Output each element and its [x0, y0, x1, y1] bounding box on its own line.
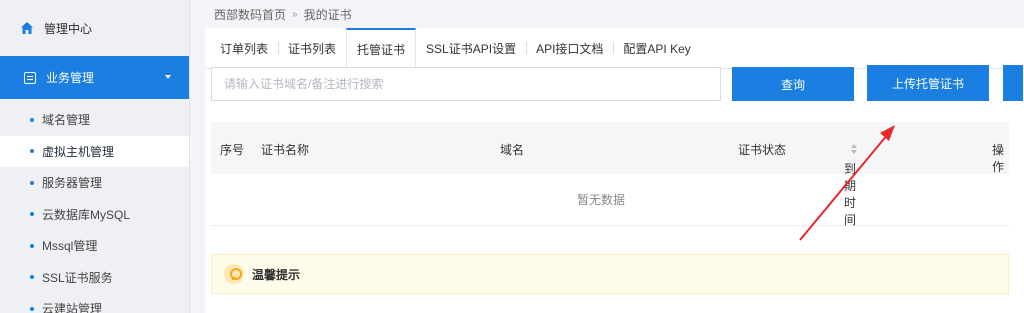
more-button[interactable] [1003, 65, 1023, 101]
breadcrumb-separator: » [292, 8, 298, 20]
tips-box: 温馨提示 [211, 254, 1009, 294]
bullet-icon [30, 180, 34, 185]
tab-cert-list[interactable]: 证书列表 [278, 28, 346, 68]
bullet-icon [30, 117, 34, 122]
sidebar-item-server[interactable]: 服务器管理 [0, 167, 189, 199]
query-button[interactable]: 查询 [732, 67, 854, 101]
main-content: 西部数码首页 » 我的证书 订单列表 证书列表 托管证书 SSL证书API设置 … [190, 0, 1024, 313]
sidebar: 管理中心 业务管理 域名管理 虚拟主机管理 服务器管理 云数据库MySQL Ms… [0, 0, 190, 313]
sidebar-item-label: 云数据库MySQL [42, 207, 131, 222]
table-header: 序号 证书名称 域名 证书状态 到期时间 操作 [211, 122, 1009, 227]
sidebar-item-label: 虚拟主机管理 [42, 144, 115, 159]
sidebar-item-mssql[interactable]: Mssql管理 [0, 230, 189, 262]
breadcrumb: 西部数码首页 » 我的证书 [190, 0, 1024, 28]
business-icon [24, 71, 36, 84]
table-empty: 暂无数据 [211, 174, 1009, 226]
sidebar-section-label: 业务管理 [46, 71, 95, 85]
sidebar-item-virtual-host[interactable]: 虚拟主机管理 [0, 135, 189, 167]
home-icon [20, 21, 34, 35]
column-header-cert-name: 证书名称 [261, 143, 310, 157]
sidebar-item-label: SSL证书服务 [42, 270, 113, 285]
column-header-index: 序号 [220, 143, 245, 157]
tab-api-docs[interactable]: API接口文档 [526, 28, 613, 68]
sort-icon[interactable] [850, 143, 858, 154]
tips-title: 温馨提示 [252, 267, 301, 282]
lightbulb-icon [224, 264, 244, 284]
sidebar-home-label: 管理中心 [44, 21, 93, 36]
tab-order-list[interactable]: 订单列表 [210, 28, 278, 68]
sidebar-item-label: 域名管理 [42, 113, 91, 128]
sidebar-item-label: Mssql管理 [42, 239, 98, 254]
sidebar-section-business[interactable]: 业务管理 [0, 56, 189, 99]
bullet-icon [30, 149, 34, 154]
sidebar-home[interactable]: 管理中心 [0, 0, 189, 56]
tab-hosted-cert[interactable]: 托管证书 [346, 28, 417, 69]
bullet-icon [30, 243, 34, 248]
upload-hosted-cert-button[interactable]: 上传托管证书 [867, 65, 989, 101]
tab-ssl-api-settings[interactable]: SSL证书API设置 [416, 28, 526, 68]
search-input[interactable] [211, 67, 721, 101]
column-header-expiry[interactable]: 到期时间 [844, 141, 858, 227]
column-header-domain: 域名 [500, 143, 525, 157]
bullet-icon [30, 306, 34, 311]
sidebar-item-domain[interactable]: 域名管理 [0, 104, 189, 136]
bullet-icon [30, 212, 34, 217]
sidebar-menu: 域名管理 虚拟主机管理 服务器管理 云数据库MySQL Mssql管理 SSL证… [0, 99, 189, 313]
breadcrumb-home-link[interactable]: 西部数码首页 [214, 6, 286, 23]
sidebar-item-label: 云建站管理 [42, 302, 103, 313]
bullet-icon [30, 275, 34, 280]
search-row: 查询 上传托管证书 [211, 65, 1023, 102]
chevron-down-icon [165, 75, 171, 79]
tab-bar: 订单列表 证书列表 托管证书 SSL证书API设置 API接口文档 配置API … [205, 28, 1024, 69]
column-header-expiry-label: 到期时间 [844, 162, 857, 227]
column-header-status: 证书状态 [738, 143, 787, 157]
breadcrumb-current: 我的证书 [303, 7, 352, 22]
cert-table: 序号 证书名称 域名 证书状态 到期时间 操作 暂无数据 [211, 122, 1009, 227]
sidebar-item-mysql[interactable]: 云数据库MySQL [0, 199, 189, 231]
sidebar-item-label: 服务器管理 [42, 176, 103, 191]
sidebar-item-ssl[interactable]: SSL证书服务 [0, 262, 189, 294]
sidebar-item-site-builder[interactable]: 云建站管理 [0, 293, 189, 313]
tab-api-key[interactable]: 配置API Key [613, 28, 700, 68]
empty-text: 暂无数据 [576, 193, 625, 207]
column-header-actions: 操作 [992, 143, 1005, 174]
